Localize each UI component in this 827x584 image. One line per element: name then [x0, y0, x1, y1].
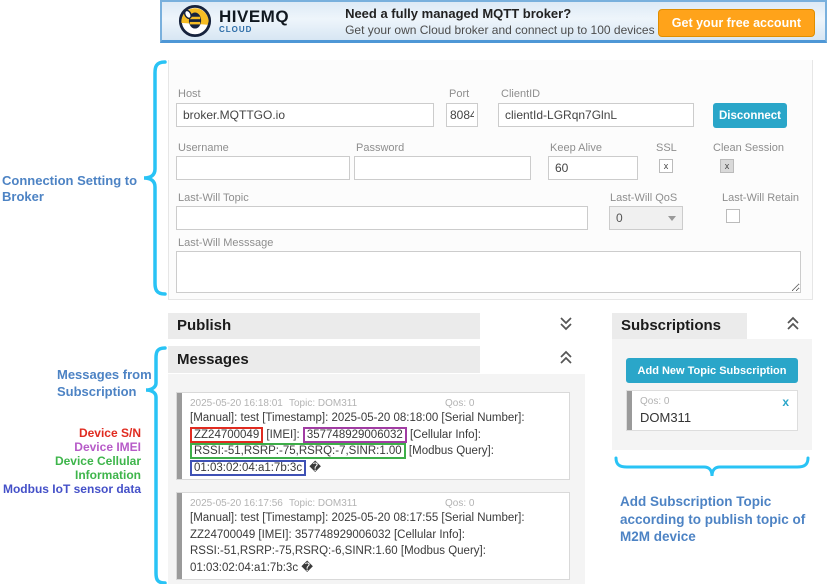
message-card: 2025-05-20 16:17:56 Topic: DOM311 Qos: 0…	[176, 492, 570, 580]
subscription-qos: Qos: 0	[640, 396, 669, 407]
dropdown-caret-icon	[668, 216, 676, 221]
annotation-device-sn: Device S/N	[0, 426, 141, 440]
messages-collapse-control[interactable]	[557, 349, 575, 371]
message-qos: Qos: 0	[445, 498, 474, 509]
annotation-modbus-data: Modbus IoT sensor data	[0, 482, 141, 496]
remove-subscription-button[interactable]: x	[782, 395, 789, 409]
last-will-topic-input[interactable]	[176, 206, 588, 230]
annotation-connection-setting: Connection Setting to Broker	[2, 173, 142, 205]
imei-highlight: 357748929006032	[303, 427, 407, 443]
messages-header: Messages	[168, 346, 585, 373]
double-chevron-down-icon	[557, 315, 575, 332]
host-input[interactable]	[176, 103, 434, 127]
message-line: [Manual]: test [Timestamp]: 2025-05-20 0…	[190, 410, 561, 427]
clean-session-checkbox[interactable]: x	[720, 159, 734, 173]
cellular-info-highlight: RSSI:-51,RSRP:-75,RSRQ:-7,SINR:1.00	[190, 443, 406, 459]
message-timestamp: 2025-05-20 16:18:01	[190, 398, 283, 409]
double-chevron-up-icon	[784, 315, 802, 332]
message-line: 01:03:02:04:a1:7b:3c �	[190, 460, 561, 477]
page: HIVEMQ CLOUD Need a fully managed MQTT b…	[0, 0, 827, 584]
banner-subline: Get your own Cloud broker and connect up…	[345, 23, 699, 37]
message-topic: Topic: DOM311	[289, 498, 357, 509]
subscriptions-title: Subscriptions	[612, 313, 812, 339]
connection-panel: Host Port ClientID Disconnect Username P…	[168, 60, 813, 300]
ssl-label: SSL	[656, 142, 677, 154]
disconnect-button[interactable]: Disconnect	[713, 103, 787, 128]
client-id-label: ClientID	[501, 88, 540, 100]
last-will-retain-checkbox[interactable]	[726, 209, 740, 223]
publish-title: Publish	[168, 313, 585, 339]
annotation-device-cellular: Device Cellular Information	[0, 454, 141, 482]
password-input[interactable]	[354, 156, 531, 180]
last-will-qos-value: 0	[616, 211, 623, 225]
port-input[interactable]	[446, 103, 478, 127]
banner-headline: Need a fully managed MQTT broker?	[345, 6, 699, 21]
messages-list: 2025-05-20 16:18:01 Topic: DOM311 Qos: 0…	[168, 374, 585, 584]
messages-title: Messages	[168, 346, 585, 373]
message-timestamp: 2025-05-20 16:17:56	[190, 498, 283, 509]
message-line: ZZ24700049 [IMEI]: 357748929006032 [Cell…	[190, 527, 561, 544]
message-body: [Manual]: test [Timestamp]: 2025-05-20 0…	[177, 409, 569, 476]
last-will-message-label: Last-Will Messsage	[178, 237, 273, 249]
subscription-left-bar	[627, 391, 632, 430]
subscriptions-panel: Add New Topic Subscription Qos: 0 x DOM3…	[612, 339, 812, 450]
publish-header: Publish	[168, 313, 585, 339]
subscription-item: Qos: 0 x DOM311	[626, 390, 798, 431]
host-label: Host	[178, 88, 201, 100]
hivemq-bee-icon	[178, 4, 212, 38]
subscriptions-collapse-control[interactable]	[784, 315, 802, 337]
last-will-topic-label: Last-Will Topic	[178, 192, 249, 204]
message-body: [Manual]: test [Timestamp]: 2025-05-20 0…	[177, 509, 569, 576]
get-free-account-button[interactable]: Get your free account	[658, 9, 815, 37]
message-meta: 2025-05-20 16:17:56 Topic: DOM311 Qos: 0	[177, 493, 569, 509]
last-will-qos-label: Last-Will QoS	[610, 192, 677, 204]
brand-sub: CLOUD	[219, 26, 289, 34]
keep-alive-input[interactable]	[548, 156, 638, 180]
keep-alive-label: Keep Alive	[550, 142, 602, 154]
message-card: 2025-05-20 16:18:01 Topic: DOM311 Qos: 0…	[176, 392, 570, 480]
client-id-input[interactable]	[498, 103, 694, 127]
last-will-message-textarea[interactable]	[176, 251, 801, 293]
message-line: [Manual]: test [Timestamp]: 2025-05-20 0…	[190, 510, 561, 527]
username-input[interactable]	[176, 156, 350, 180]
add-new-topic-subscription-button[interactable]: Add New Topic Subscription	[626, 358, 798, 383]
annotation-add-subscription-topic: Add Subscription Topic according to publ…	[620, 493, 820, 546]
subscriptions-header: Subscriptions	[612, 313, 812, 339]
message-topic: Topic: DOM311	[289, 398, 357, 409]
last-will-retain-label: Last-Will Retain	[722, 192, 799, 204]
annotation-device-imei: Device IMEI	[0, 440, 141, 454]
hivemq-logo[interactable]: HIVEMQ CLOUD	[178, 4, 289, 38]
hivemq-ad-banner: HIVEMQ CLOUD Need a fully managed MQTT b…	[160, 0, 827, 43]
double-chevron-up-icon	[557, 349, 575, 366]
message-qos: Qos: 0	[445, 398, 474, 409]
modbus-data-highlight: 01:03:02:04:a1:7b:3c	[190, 460, 306, 476]
password-label: Password	[356, 142, 404, 154]
message-line: 01:03:02:04:a1:7b:3c �	[190, 560, 561, 577]
connection-brace-annotation	[141, 59, 169, 297]
subscription-topic: DOM311	[640, 410, 691, 425]
ssl-checkbox[interactable]: x	[659, 159, 673, 173]
username-label: Username	[178, 142, 229, 154]
message-line: RSSI:-51,RSRP:-75,RSRQ:-6,SINR:1.60 [Mod…	[190, 543, 561, 560]
brand-name: HIVEMQ	[219, 8, 289, 25]
messages-brace-annotation	[143, 345, 169, 584]
subscription-brace-annotation	[613, 453, 811, 481]
message-line: RSSI:-51,RSRP:-75,RSRQ:-7,SINR:1.00 [Mod…	[190, 443, 561, 460]
last-will-qos-select[interactable]: 0	[609, 206, 683, 230]
publish-expand-control[interactable]	[557, 315, 575, 337]
message-meta: 2025-05-20 16:18:01 Topic: DOM311 Qos: 0	[177, 393, 569, 409]
annotation-color-labels: Device S/N Device IMEI Device Cellular I…	[0, 426, 141, 496]
clean-session-label: Clean Session	[713, 142, 784, 154]
annotation-messages-from-subscription: Messages from Subscription	[57, 366, 157, 400]
serial-number-highlight: ZZ24700049	[190, 427, 263, 443]
message-line: ZZ24700049 [IMEI]: 357748929006032 [Cell…	[190, 427, 561, 444]
port-label: Port	[449, 88, 469, 100]
